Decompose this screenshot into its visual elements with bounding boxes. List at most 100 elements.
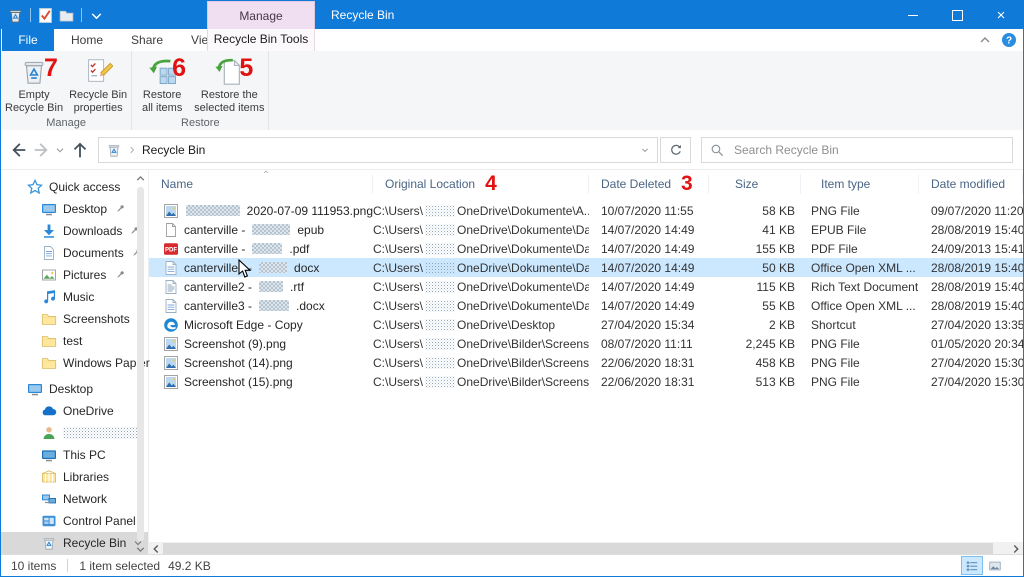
column-header-original-location[interactable]: Original Location4	[373, 174, 589, 194]
sidebar-item-user-profile[interactable]	[1, 422, 148, 444]
sidebar-item-quick-access[interactable]: Quick access	[1, 176, 148, 198]
column-header-date-deleted[interactable]: Date Deleted3	[589, 174, 709, 194]
breadcrumb-chevron-icon[interactable]	[127, 145, 137, 155]
text-part: .pdf	[289, 242, 309, 256]
sidebar-item-label: Recycle Bin	[63, 536, 126, 550]
original-location-cell: C:\Users\OneDrive\Dokumente\Da...	[373, 299, 589, 313]
scroll-up-icon[interactable]	[134, 172, 147, 185]
text-part: OneDrive\Dokumente\Da...	[457, 242, 589, 256]
collapse-ribbon-icon[interactable]	[977, 32, 993, 48]
restore-the-selected-items-button[interactable]: 5Restore the selected items	[191, 53, 267, 115]
redacted-text	[63, 427, 139, 439]
column-header-name[interactable]: Name	[149, 174, 373, 194]
table-row[interactable]: canterville3 - .docxC:\Users\OneDrive\Do…	[149, 296, 1023, 315]
sidebar-item-desktop[interactable]: Desktop	[1, 378, 148, 400]
back-button[interactable]	[7, 138, 29, 162]
table-row[interactable]: canterville - epubC:\Users\OneDrive\Doku…	[149, 220, 1023, 239]
column-header-date-modified[interactable]: Date modified	[919, 174, 1023, 194]
table-row[interactable]: PDFcanterville - .pdfC:\Users\OneDrive\D…	[149, 239, 1023, 258]
sidebar-item-desktop[interactable]: Desktop	[1, 198, 148, 220]
qat-new-folder-icon[interactable]	[58, 7, 75, 24]
table-row[interactable]: canterville2 - .rtfC:\Users\OneDrive\Dok…	[149, 277, 1023, 296]
table-row[interactable]: 2020-07-09 111953.pngC:\Users\OneDrive\D…	[149, 201, 1023, 220]
explorer-window: Manage Recycle Bin × File HomeShareView …	[0, 0, 1024, 577]
table-row[interactable]: Microsoft Edge - CopyC:\Users\OneDrive\D…	[149, 315, 1023, 334]
up-button[interactable]	[69, 138, 91, 162]
tab-share[interactable]: Share	[117, 29, 177, 51]
app-icon[interactable]	[7, 7, 24, 24]
details-view-icon[interactable]	[962, 557, 982, 574]
table-row[interactable]: Screenshot (14).pngC:\Users\OneDrive\Bil…	[149, 353, 1023, 372]
search-input[interactable]	[732, 142, 1004, 158]
restore-all-items-button[interactable]: 6Restore all items	[133, 53, 191, 115]
date-deleted-cell: 27/04/2020 15:34	[589, 318, 709, 332]
sidebar-item-downloads[interactable]: Downloads	[1, 220, 148, 242]
date-deleted-cell: 14/07/2020 14:49	[589, 242, 709, 256]
thumbnails-view-icon[interactable]	[985, 557, 1005, 574]
tab-file[interactable]: File	[2, 29, 54, 51]
annotation-6: 6	[172, 53, 186, 83]
tab-recycle-bin-tools[interactable]: Recycle Bin Tools	[207, 29, 315, 51]
address-dropdown-chevron-icon[interactable]	[633, 138, 657, 162]
sidebar-item-this-pc[interactable]: This PC	[1, 444, 148, 466]
help-icon[interactable]: ?	[1001, 32, 1017, 48]
file-name-cell: Microsoft Edge - Copy	[149, 317, 373, 333]
table-row[interactable]: Screenshot (9).pngC:\Users\OneDrive\Bild…	[149, 334, 1023, 353]
text-part: C:\Users\	[373, 280, 423, 294]
column-header-size[interactable]: Size	[709, 174, 801, 194]
redacted-text	[252, 224, 290, 235]
status-divider	[67, 559, 68, 572]
ribbon-tab-strip: File HomeShareView Recycle Bin Tools ?	[1, 29, 1023, 51]
recycle-bin-icon	[106, 142, 122, 158]
sidebar-item-documents[interactable]: Documents	[1, 242, 148, 264]
recycle-bin-properties-button[interactable]: Recycle Bin properties	[66, 53, 130, 115]
empty-recycle-bin-button[interactable]: 7Empty Recycle Bin	[2, 53, 66, 115]
contextual-tab-manage[interactable]: Manage	[207, 1, 315, 29]
sidebar-item-libraries[interactable]: Libraries	[1, 466, 148, 488]
maximize-button[interactable]	[935, 1, 979, 29]
sidebar-item-network[interactable]: Network	[1, 488, 148, 510]
column-header-label: Date Deleted	[601, 177, 671, 191]
sidebar-item-label: test	[63, 334, 82, 348]
sidebar-item-onedrive[interactable]: OneDrive	[1, 400, 148, 422]
sidebar-item-test[interactable]: test	[1, 330, 148, 352]
forward-button[interactable]	[31, 138, 53, 162]
text-part: OneDrive\Bilder\Screensh...	[457, 337, 589, 351]
qat-chevron-down-icon[interactable]	[88, 7, 105, 24]
annotation-7: 7	[44, 53, 58, 83]
table-row[interactable]: canterville1 - docxC:\Users\OneDrive\Dok…	[149, 258, 1023, 277]
table-row[interactable]: Screenshot (15).pngC:\Users\OneDrive\Bil…	[149, 372, 1023, 391]
scrollbar-thumb[interactable]	[137, 187, 144, 541]
search-box[interactable]	[701, 137, 1013, 163]
date-deleted-cell: 22/06/2020 18:31	[589, 356, 709, 370]
redacted-text	[425, 262, 455, 274]
redacted-text	[186, 205, 240, 216]
sidebar-item-pictures[interactable]: Pictures	[1, 264, 148, 286]
tab-home[interactable]: Home	[57, 29, 117, 51]
column-header-item-type[interactable]: Item type	[809, 174, 919, 194]
recent-locations-chevron-icon[interactable]	[53, 138, 67, 162]
sidebar-item-control-panel[interactable]: Control Panel	[1, 510, 148, 532]
date-deleted-cell: 22/06/2020 18:31	[589, 375, 709, 389]
sidebar-scrollbar[interactable]	[134, 172, 147, 556]
date-modified-cell: 28/08/2019 15:40	[919, 280, 1023, 294]
sidebar-item-windows-papier[interactable]: Windows Papier	[1, 352, 148, 374]
desktop-icon	[27, 381, 43, 397]
address-bar[interactable]: Recycle Bin	[98, 137, 658, 163]
qat-properties-check-icon[interactable]	[37, 7, 54, 24]
breadcrumb[interactable]: Recycle Bin	[142, 143, 205, 157]
refresh-button[interactable]	[660, 137, 691, 163]
search-icon	[710, 143, 724, 157]
date-deleted-cell: 14/07/2020 14:49	[589, 299, 709, 313]
redacted-text	[425, 243, 455, 255]
png-file-icon	[163, 355, 179, 371]
minimize-button[interactable]	[891, 1, 935, 29]
text-part: OneDrive\Desktop	[457, 318, 555, 332]
sidebar-item-music[interactable]: Music	[1, 286, 148, 308]
sidebar-item-screenshots[interactable]: Screenshots	[1, 308, 148, 330]
sidebar-item-recycle-bin[interactable]: Recycle Bin	[1, 532, 148, 554]
close-button[interactable]: ×	[979, 1, 1023, 29]
music-icon	[41, 289, 57, 305]
redacted-text	[425, 338, 455, 350]
svg-text:PDF: PDF	[165, 247, 177, 253]
